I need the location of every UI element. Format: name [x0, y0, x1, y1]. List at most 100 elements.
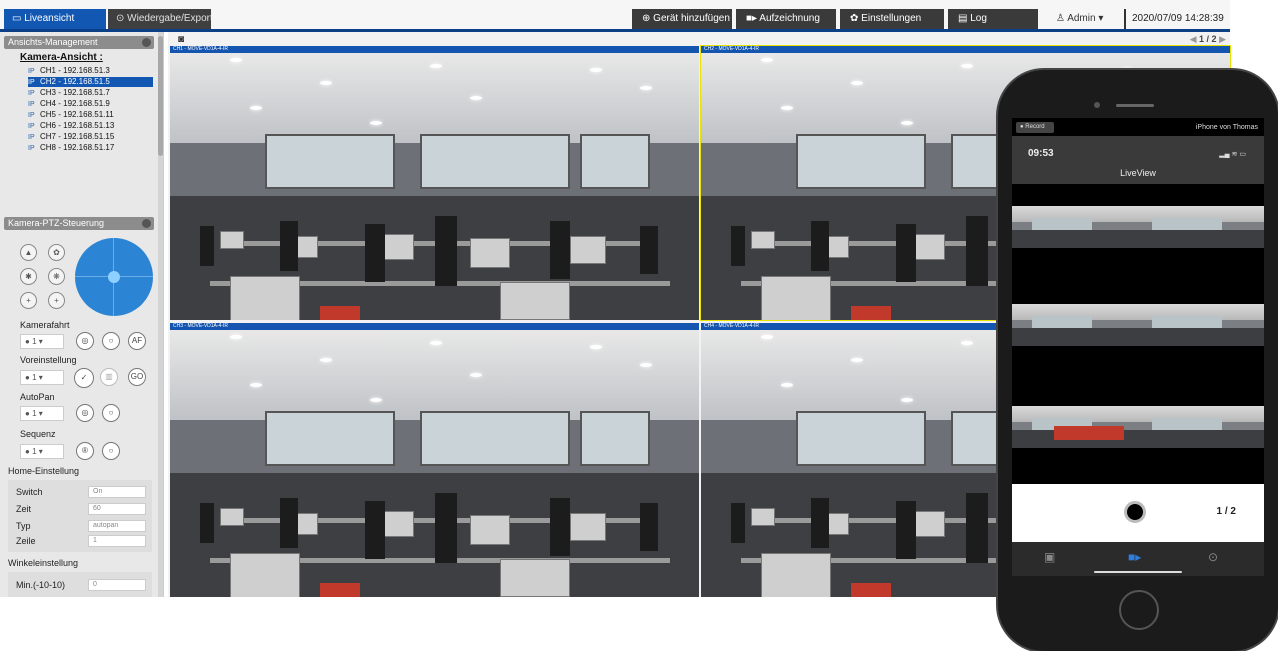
autopan-select[interactable]: ● 1 ▾	[20, 406, 64, 421]
camera-item-ch1[interactable]: IP CH1 - 192.168.51.3	[28, 66, 153, 76]
voreinstellung-select[interactable]: ● 1 ▾	[20, 370, 64, 385]
log-button[interactable]: ▤ Log	[948, 9, 1038, 29]
voreinstellung-label: Voreinstellung	[20, 355, 77, 365]
typ-select[interactable]: autopan	[88, 520, 146, 532]
ip-camera-icon: IP	[28, 112, 35, 119]
camera-view-root[interactable]: Kamera-Ansicht :	[20, 52, 103, 63]
panel-scrollbar[interactable]	[158, 32, 163, 597]
document-icon: ▤	[958, 13, 968, 24]
camera-icon: ■▸	[746, 13, 758, 24]
stop-icon[interactable]: ○	[102, 332, 120, 350]
settings-button[interactable]: ✿ Einstellungen	[840, 9, 944, 29]
add-device-label: Gerät hinzufügen	[653, 13, 730, 24]
ptz-joystick[interactable]	[75, 238, 153, 316]
save-icon[interactable]: ▣	[1044, 550, 1055, 564]
user-menu[interactable]: ♙ Admin ▾	[1056, 9, 1103, 29]
delete-preset-icon[interactable]: ▥	[100, 368, 118, 386]
focus-near-icon[interactable]: ✱	[20, 268, 37, 285]
home-indicator	[1094, 571, 1182, 573]
joystick-knob[interactable]	[108, 271, 120, 283]
angle-settings-title: Winkeleinstellung	[8, 558, 79, 568]
camera-item-ch6[interactable]: IP CH6 - 192.168.51.13	[28, 121, 153, 131]
select-value: 1	[32, 373, 37, 382]
ip-camera-icon: IP	[28, 79, 35, 86]
camera-item-ch2[interactable]: IP CH2 - 192.168.51.5	[28, 77, 153, 87]
kamerafahrt-select[interactable]: ● 1 ▾	[20, 334, 64, 349]
select-value: 1	[32, 447, 37, 456]
camera-label: CH4 - 192.168.51.9	[40, 99, 110, 108]
scrollbar-thumb[interactable]	[158, 36, 163, 156]
video-tile-ch1[interactable]: CH1 - MOVE-VD1A-4-IR	[170, 46, 699, 320]
phone-screen: ● Record iPhone von Thomas 09:53 ▂▄ ≋ ▭ …	[1012, 118, 1264, 576]
camera-item-ch4[interactable]: IP CH4 - 192.168.51.9	[28, 99, 153, 109]
log-label: Log	[970, 13, 987, 24]
video-tile-ch3[interactable]: CH3 - MOVE-VD1A-4-IR	[170, 323, 699, 597]
zoom-in-icon[interactable]: ✿	[48, 244, 65, 261]
record-button[interactable]	[1124, 501, 1146, 523]
ip-camera-icon: IP	[28, 145, 35, 152]
collapse-icon[interactable]	[142, 219, 151, 228]
chevron-right-icon[interactable]: ▶	[1219, 34, 1226, 44]
camera-item-ch3[interactable]: IP CH3 - 192.168.51.7	[28, 88, 153, 98]
user-name: Admin	[1067, 13, 1096, 24]
iris-close-icon[interactable]: +	[48, 292, 65, 309]
signal-wifi-battery-icon: ▂▄ ≋ ▭	[1219, 151, 1246, 158]
chevron-left-icon[interactable]: ◀	[1190, 34, 1197, 44]
camera-label: CH2 - 192.168.51.5	[40, 77, 110, 86]
zeile-label: Zeile	[16, 536, 36, 546]
tab-liveansicht[interactable]: ▭ Liveansicht	[4, 9, 106, 29]
autopan-label: AutoPan	[20, 392, 55, 402]
device-name: iPhone von Thomas	[1195, 124, 1258, 131]
collapse-icon[interactable]	[142, 38, 151, 47]
camera-label: CH7 - 192.168.51.15	[40, 132, 115, 141]
phone-mockup: ● Record iPhone von Thomas 09:53 ▂▄ ≋ ▭ …	[998, 70, 1278, 651]
phone-video-strip-1[interactable]	[1012, 206, 1264, 248]
camera-tour-icon[interactable]: ◎	[76, 332, 94, 350]
video-tile-title: CH2 - MOVE-VD1A-4-IR	[701, 46, 1230, 53]
recording-button[interactable]: ■▸ Aufzeichnung	[736, 9, 836, 29]
video-tile-title: CH3 - MOVE-VD1A-4-IR	[170, 323, 699, 330]
autofocus-button[interactable]: AF	[128, 332, 146, 350]
pager-label: 1 / 2	[1199, 34, 1217, 44]
select-value: 1	[32, 337, 37, 346]
screenshot-stage: ▭ Liveansicht ⊙ Wiedergabe/Export ⊕ Gerä…	[0, 0, 1278, 651]
switch-select[interactable]: On	[88, 486, 146, 498]
ip-camera-icon: IP	[28, 90, 35, 97]
left-panel: Ansichts-Management Kamera-Ansicht : IP C…	[0, 32, 164, 597]
phone-video-strip-2[interactable]	[1012, 304, 1264, 346]
focus-far-icon[interactable]: ❋	[48, 268, 65, 285]
phone-home-button[interactable]	[1119, 590, 1159, 630]
angle-min-input[interactable]: 0	[88, 579, 146, 591]
sequenz-select[interactable]: ● 1 ▾	[20, 444, 64, 459]
video-camera-icon[interactable]: ■▸	[1128, 550, 1141, 564]
phone-speaker	[1116, 104, 1154, 107]
camera-item-ch8[interactable]: IP CH8 - 192.168.51.17	[28, 143, 153, 153]
tab-wiedergabe-label: Wiedergabe/Export	[127, 13, 211, 24]
autopan-stop-icon[interactable]: ○	[102, 404, 120, 422]
zoom-out-icon[interactable]: ▲	[20, 244, 37, 261]
record-label: Record	[1025, 124, 1045, 130]
ip-camera-icon: IP	[28, 68, 35, 75]
view-management-header[interactable]: Ansichts-Management	[4, 36, 154, 49]
camera-label: CH3 - 192.168.51.7	[40, 88, 110, 97]
select-value: 1	[32, 409, 37, 418]
view-management-title: Ansichts-Management	[8, 37, 98, 47]
sequence-record-icon[interactable]: ®	[76, 442, 94, 460]
phone-video-strip-3[interactable]	[1012, 406, 1264, 448]
playback-icon[interactable]: ⊙	[1208, 550, 1218, 564]
tab-wiedergabe-export[interactable]: ⊙ Wiedergabe/Export	[108, 9, 211, 29]
snapshot-icon[interactable]: ◙	[178, 34, 184, 45]
iris-open-icon[interactable]: +	[20, 292, 37, 309]
record-screen-button[interactable]: ● Record	[1016, 122, 1054, 133]
ptz-header[interactable]: Kamera-PTZ-Steuerung	[4, 217, 154, 230]
camera-item-ch7[interactable]: IP CH7 - 192.168.51.15	[28, 132, 153, 142]
zeile-select[interactable]: 1	[88, 535, 146, 547]
zeit-input[interactable]: 60	[88, 503, 146, 515]
video-pager[interactable]: ◀ 1 / 2 ▶	[1190, 34, 1226, 45]
check-icon[interactable]: ✓	[74, 368, 94, 388]
autopan-start-icon[interactable]: ◎	[76, 404, 94, 422]
sequence-stop-icon[interactable]: ○	[102, 442, 120, 460]
add-device-button[interactable]: ⊕ Gerät hinzufügen	[632, 9, 732, 29]
play-circle-icon: ⊙	[116, 13, 125, 24]
camera-item-ch5[interactable]: IP CH5 - 192.168.51.11	[28, 110, 153, 120]
